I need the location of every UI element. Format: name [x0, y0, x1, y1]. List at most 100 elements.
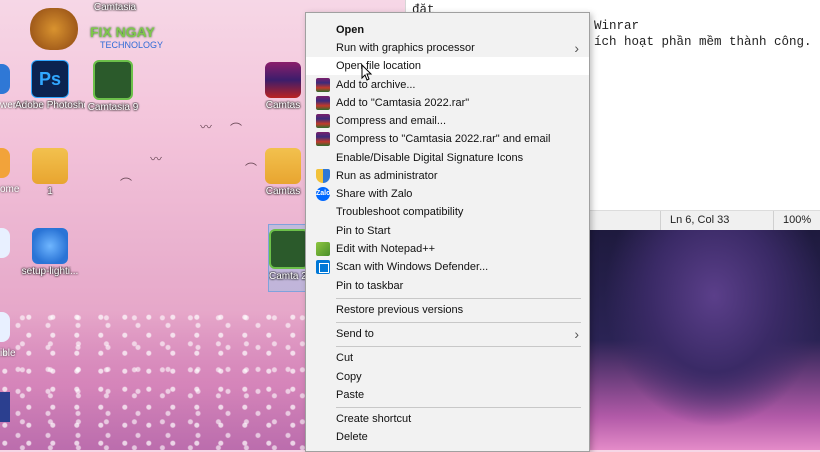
menu-item-label: Restore previous versions [336, 304, 464, 316]
menu-item-label: Create shortcut [336, 413, 412, 425]
clipped-icon-label: wer [0, 100, 17, 111]
menu-item-label: Run with graphics processor [336, 42, 475, 54]
zoom-level: 100% [783, 214, 812, 226]
desktop-icon-camtasia-2022-selected[interactable]: Camta 202 [268, 224, 310, 292]
desktop-icon-label: setup-lighti... [21, 266, 79, 277]
menu-item-label: Pin to taskbar [336, 280, 404, 292]
menu-item-label: Paste [336, 389, 365, 401]
menu-item-label: Open [336, 24, 365, 36]
menu-item-edit-with-notepadpp[interactable]: Edit with Notepad++ [306, 240, 589, 258]
winrar-icon [265, 62, 301, 98]
notepad-line: Winrar [594, 19, 640, 33]
menu-item-label: Compress and email... [336, 115, 447, 127]
clipped-icon[interactable] [0, 392, 10, 422]
menu-item-label: Add to "Camtasia 2022.rar" [336, 97, 470, 109]
desktop-icon-label: Camta 202 [269, 271, 309, 282]
menu-item-pin-to-taskbar[interactable]: Pin to taskbar [306, 277, 589, 295]
menu-item-cut[interactable]: Cut [306, 349, 589, 367]
desktop-icon-setup-light[interactable]: setup-lighti... [15, 228, 85, 278]
menu-item-label: Enable/Disable Digital Signature Icons [336, 152, 524, 164]
menu-item-create-shortcut[interactable]: Create shortcut [306, 410, 589, 428]
notepad-line: ích hoạt phần mềm thành công. [594, 35, 812, 49]
desktop-icon-label: Camtas [265, 186, 301, 197]
setup-icon [32, 228, 68, 264]
menu-item-open[interactable]: Open [306, 21, 589, 39]
menu-item-paste[interactable]: Paste [306, 386, 589, 404]
menu-item-label: Run as administrator [336, 170, 438, 182]
desktop-icon-label: 1 [47, 186, 53, 197]
desktop-icon-camtasia-rar-2[interactable]: Camtas [258, 148, 308, 198]
camtasia-icon [93, 60, 133, 100]
clipped-icon[interactable] [0, 148, 10, 178]
menu-item-run-with-graphics-processor[interactable]: Run with graphics processor › [306, 39, 589, 57]
desktop-icon-label: Camtasia [93, 2, 137, 13]
desktop-icon-label: Adobe Photosho... [15, 100, 85, 111]
clipped-icon[interactable] [0, 312, 10, 342]
defender-icon [316, 260, 330, 274]
clipped-icon[interactable] [0, 228, 10, 258]
menu-separator [336, 346, 581, 347]
wallpaper-tree-area [585, 230, 820, 450]
desktop-icon-camtasia[interactable]: Camtasia [80, 0, 150, 14]
chevron-right-icon: › [574, 40, 579, 56]
desktop-icon-folder-1[interactable]: 1 [15, 148, 85, 198]
winrar-icon [316, 96, 330, 110]
menu-item-compress-and-email[interactable]: Compress and email... [306, 112, 589, 130]
camtasia-icon [269, 229, 309, 269]
menu-item-label: Delete [336, 431, 368, 443]
desktop-icon-label: Camtasia 9 [87, 102, 139, 113]
menu-separator [336, 298, 581, 299]
menu-item-label: Scan with Windows Defender... [336, 261, 489, 273]
mouse-cursor-icon [361, 64, 373, 81]
menu-item-copy[interactable]: Copy [306, 368, 589, 386]
bird-decoration: 〰 [200, 120, 213, 134]
chevron-right-icon: › [574, 326, 579, 342]
desktop-icon-camtasia-9[interactable]: Camtasia 9 [78, 60, 148, 114]
menu-item-label: Add to archive... [336, 79, 416, 91]
winrar-icon [316, 114, 330, 128]
clipped-icon-label: ome [0, 184, 20, 195]
menu-item-open-file-location[interactable]: Open file location [306, 57, 589, 75]
menu-separator [336, 407, 581, 408]
bird-decoration: ⌒ [230, 122, 243, 136]
menu-item-label: Share with Zalo [336, 188, 413, 200]
logo-text: FIX NGAY [90, 24, 155, 40]
desktop-icon-photoshop[interactable]: Ps Adobe Photosho... [15, 60, 85, 112]
menu-item-troubleshoot-compatibility[interactable]: Troubleshoot compatibility [306, 203, 589, 221]
clipped-icon-label: ible [0, 348, 16, 359]
desktop-icon-camtasia-rar-1[interactable]: Camtas [258, 62, 308, 112]
bird-decoration: ⌒ [245, 162, 258, 176]
menu-item-compress-to-rar-and-email[interactable]: Compress to "Camtasia 2022.rar" and emai… [306, 130, 589, 148]
menu-separator [336, 322, 581, 323]
beaver-logo-icon [30, 8, 78, 50]
menu-item-delete[interactable]: Delete [306, 428, 589, 446]
bird-decoration: 〰 [150, 152, 163, 166]
menu-item-digital-signature-icons[interactable]: Enable/Disable Digital Signature Icons [306, 149, 589, 167]
menu-item-label: Send to [336, 328, 374, 340]
menu-item-add-to-rar[interactable]: Add to "Camtasia 2022.rar" [306, 94, 589, 112]
context-menu[interactable]: Open Run with graphics processor › Open … [305, 12, 590, 452]
menu-item-label: Compress to "Camtasia 2022.rar" and emai… [336, 133, 551, 145]
menu-item-label: Pin to Start [336, 225, 391, 237]
status-separator [773, 211, 774, 231]
menu-item-pin-to-start[interactable]: Pin to Start [306, 222, 589, 240]
bird-decoration: ⌒ [120, 177, 133, 191]
clipped-icon[interactable] [0, 64, 10, 94]
menu-item-restore-previous-versions[interactable]: Restore previous versions [306, 301, 589, 319]
folder-icon [265, 148, 301, 184]
shield-icon [316, 169, 330, 183]
menu-item-share-with-zalo[interactable]: Zalo Share with Zalo [306, 185, 589, 203]
menu-item-send-to[interactable]: Send to › [306, 325, 589, 343]
menu-item-label: Edit with Notepad++ [336, 243, 436, 255]
folder-icon [32, 148, 68, 184]
menu-item-label: Copy [336, 371, 362, 383]
winrar-icon [316, 132, 330, 146]
desktop-icon-label: Camtas [265, 100, 301, 111]
menu-item-scan-with-defender[interactable]: Scan with Windows Defender... [306, 258, 589, 276]
menu-item-run-as-administrator[interactable]: Run as administrator [306, 167, 589, 185]
menu-item-label: Cut [336, 352, 354, 364]
winrar-icon [316, 78, 330, 92]
menu-item-add-to-archive[interactable]: Add to archive... [306, 76, 589, 94]
menu-item-label: Open file location [336, 60, 421, 72]
status-separator [660, 211, 661, 231]
